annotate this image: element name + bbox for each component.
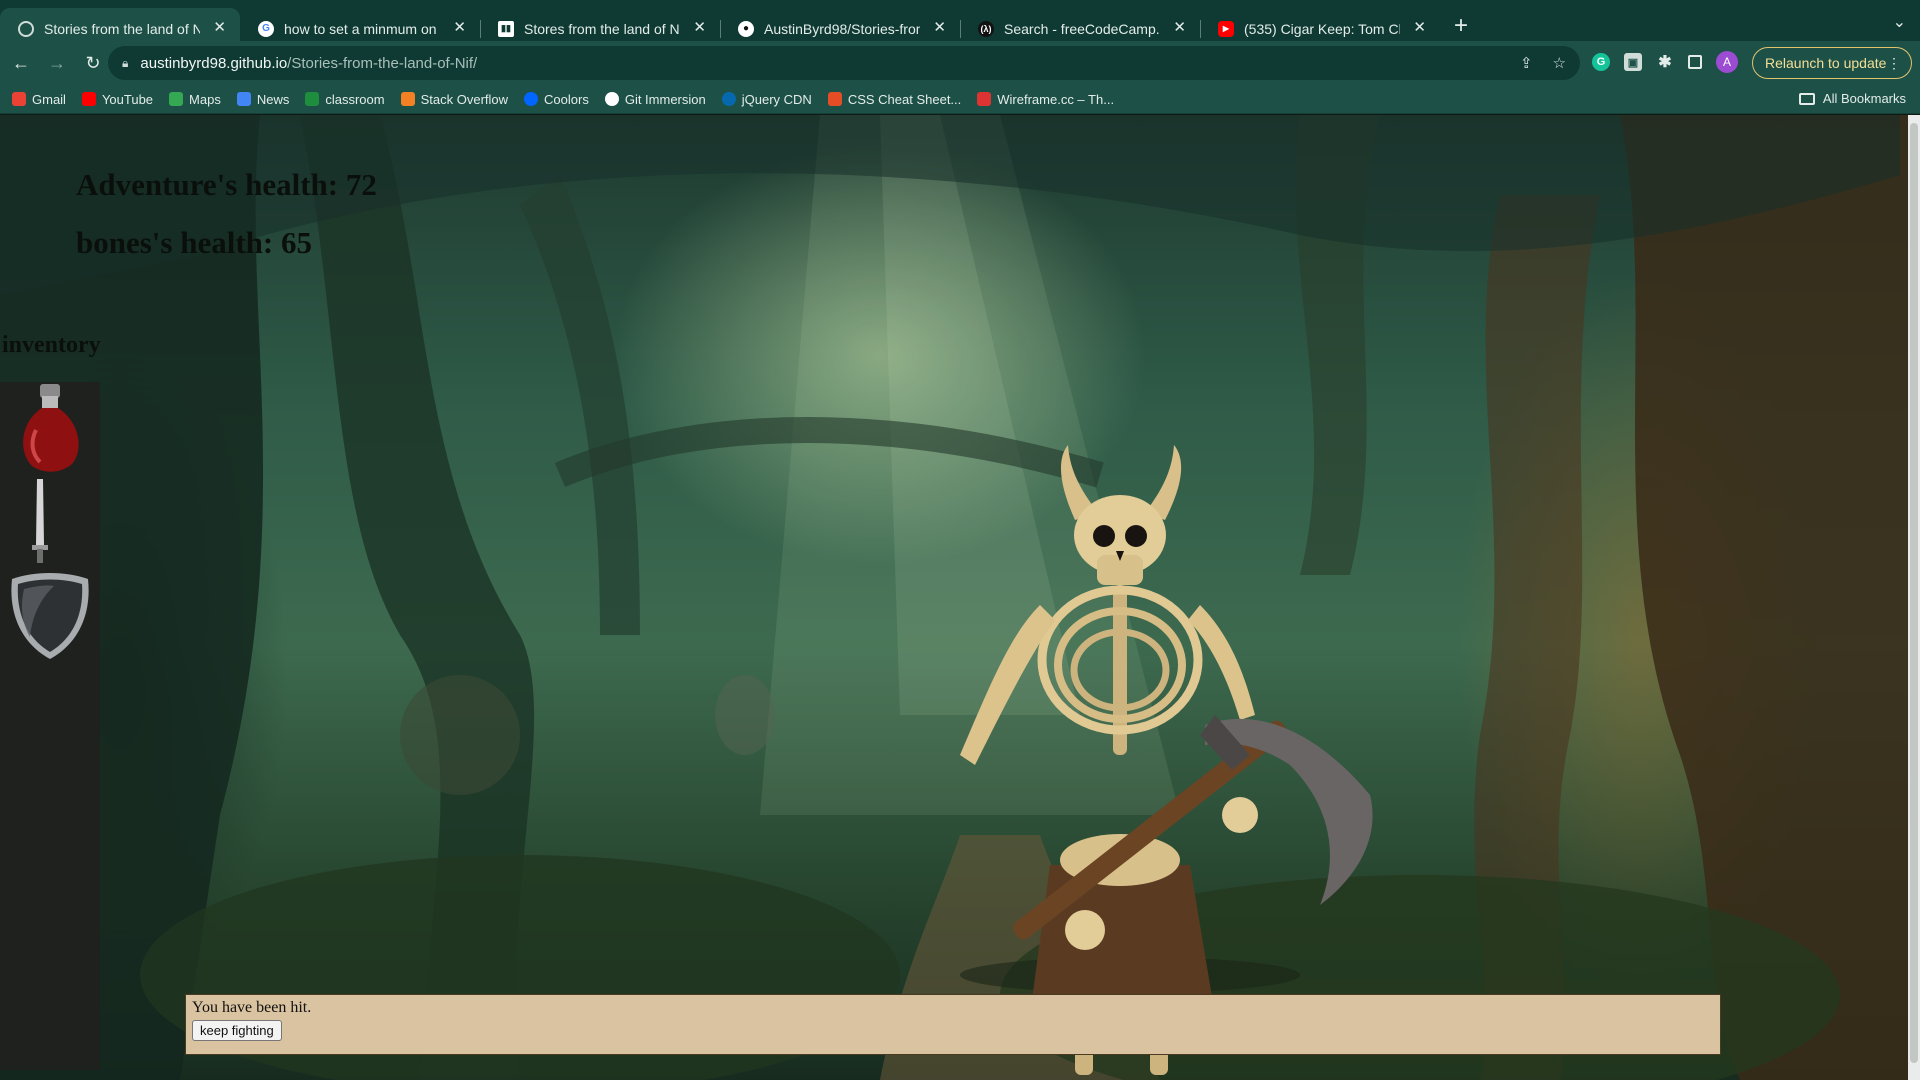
sword-icon	[32, 479, 48, 563]
red-potion-icon	[23, 384, 79, 472]
close-icon[interactable]: ✕	[1173, 20, 1186, 36]
bookmark-css-cheat-sheet[interactable]: CSS Cheat Sheet...	[827, 91, 962, 107]
stack-overflow-icon	[400, 92, 415, 106]
bookmark-jquery-cdn[interactable]: jQuery CDN	[721, 91, 812, 107]
bookmark-coolors[interactable]: Coolors	[524, 92, 589, 107]
reload-icon[interactable]: ↻	[78, 48, 108, 78]
side-panel-icon[interactable]	[1688, 55, 1702, 69]
grammarly-icon[interactable]: G	[1592, 53, 1610, 71]
inventory-label: inventory	[2, 332, 101, 358]
bookmark-gmail[interactable]: Gmail	[12, 92, 66, 107]
forward-arrow-icon[interactable]: →	[42, 48, 72, 78]
all-bookmarks-label: All Bookmarks	[1822, 91, 1906, 106]
more-vertical-icon[interactable]: ⋮	[1887, 55, 1901, 72]
extension-icon[interactable]: ▣	[1624, 53, 1642, 71]
message-box: You have been hit. keep fighting	[185, 994, 1721, 1055]
bookmark-wireframe[interactable]: Wireframe.cc – Th...	[977, 92, 1114, 107]
news-icon	[236, 92, 251, 106]
tab-title: Stores from the land of Nif | Tr	[524, 20, 680, 37]
scrollbar-thumb[interactable]	[1910, 123, 1918, 1063]
shield-icon	[11, 573, 89, 659]
share-icon[interactable]: ⇪	[1520, 54, 1533, 72]
bookmark-git-immersion[interactable]: Git Immersion	[604, 91, 706, 107]
close-icon[interactable]: ✕	[213, 20, 226, 36]
browser-toolbar: ← → ↻ 🔒︎ austinbyrd98.github.io /Stories…	[0, 41, 1920, 85]
tab-title: Search - freeCodeCamp.org	[1004, 20, 1160, 37]
battle-message: You have been hit.	[192, 999, 312, 1016]
youtube-icon: ▶	[1218, 20, 1234, 37]
google-icon: G	[258, 20, 274, 37]
tab-title: (535) Cigar Keep: Tom Chamb	[1244, 20, 1400, 37]
bookmark-label: Gmail	[32, 91, 66, 107]
tab-search-chevron-icon[interactable]: ⌄	[1893, 12, 1906, 32]
bookmark-label: classroom	[325, 91, 385, 107]
relaunch-label: Relaunch to update	[1765, 55, 1887, 71]
maps-icon	[169, 92, 184, 106]
star-icon[interactable]: ☆	[1553, 54, 1566, 72]
bookmark-stack-overflow[interactable]: Stack Overflow	[400, 91, 509, 107]
youtube-icon	[81, 92, 96, 106]
page-scrollbar[interactable]	[1908, 115, 1920, 1080]
tab-title: how to set a minmum on math	[284, 20, 440, 37]
inventory-item-potion[interactable]	[0, 382, 100, 474]
inventory-item-shield[interactable]	[0, 569, 100, 661]
bookmarks-bar: Gmail YouTube Maps News classroom Stack …	[0, 85, 1920, 114]
freecodecamp-icon: (λ)	[978, 20, 994, 37]
tab-title: Stories from the land of Nif	[44, 20, 200, 37]
back-arrow-icon[interactable]: ←	[6, 48, 36, 78]
bookmark-maps[interactable]: Maps	[169, 92, 221, 107]
wireframe-icon	[977, 92, 992, 106]
new-tab-button[interactable]: +	[1454, 12, 1468, 40]
globe-icon	[18, 20, 34, 37]
bookmark-label: Wireframe.cc – Th...	[997, 91, 1115, 107]
page-viewport: Adventure's health: 72 bones's health: 6…	[0, 115, 1920, 1080]
enemy-health: bones's health: 65	[76, 225, 312, 260]
address-bar[interactable]: 🔒︎ austinbyrd98.github.io /Stories-from-…	[108, 46, 1580, 80]
bookmark-classroom[interactable]: classroom	[305, 91, 385, 107]
bookmark-label: News	[256, 91, 290, 107]
close-icon[interactable]: ✕	[933, 20, 946, 36]
git-icon	[604, 92, 619, 106]
url-host: austinbyrd98.github.io	[140, 54, 288, 72]
lock-icon[interactable]: 🔒︎	[122, 56, 128, 71]
jquery-icon	[721, 92, 736, 106]
bookmark-label: Git Immersion	[624, 91, 706, 107]
forest-background: Adventure's health: 72 bones's health: 6…	[0, 115, 1908, 1080]
url-path: /Stories-from-the-land-of-Nif/	[287, 54, 478, 72]
inventory-panel	[0, 382, 100, 1070]
classroom-icon	[305, 92, 320, 106]
puzzle-icon[interactable]: ✱	[1656, 53, 1674, 71]
tab-title: AustinByrd98/Stories-from-th	[764, 20, 920, 37]
folder-icon	[1798, 92, 1815, 105]
css-icon	[827, 92, 842, 106]
bookmark-news[interactable]: News	[236, 91, 290, 107]
close-icon[interactable]: ✕	[453, 20, 466, 36]
bookmark-label: Stack Overflow	[420, 91, 509, 107]
player-health: Adventure's health: 72	[76, 167, 377, 202]
bookmark-label: CSS Cheat Sheet...	[847, 91, 962, 107]
bookmark-youtube[interactable]: YouTube	[81, 91, 154, 107]
avatar[interactable]: A	[1716, 51, 1738, 73]
bookmark-label: Coolors	[544, 91, 589, 107]
relaunch-button[interactable]: Relaunch to update ⋮	[1752, 47, 1912, 79]
inventory-item-sword[interactable]	[0, 477, 100, 567]
gmail-icon	[12, 92, 26, 106]
bookmark-label: Maps	[189, 91, 221, 107]
bookmark-label: YouTube	[101, 91, 154, 107]
trello-icon: ▮▮	[498, 20, 514, 37]
bookmark-label: jQuery CDN	[741, 91, 812, 107]
close-icon[interactable]: ✕	[1413, 20, 1426, 36]
close-icon[interactable]: ✕	[693, 20, 706, 36]
all-bookmarks[interactable]: All Bookmarks	[1798, 91, 1906, 106]
coolors-icon	[524, 92, 539, 106]
github-icon: ●	[738, 20, 754, 37]
keep-fighting-button[interactable]: keep fighting	[192, 1020, 282, 1041]
